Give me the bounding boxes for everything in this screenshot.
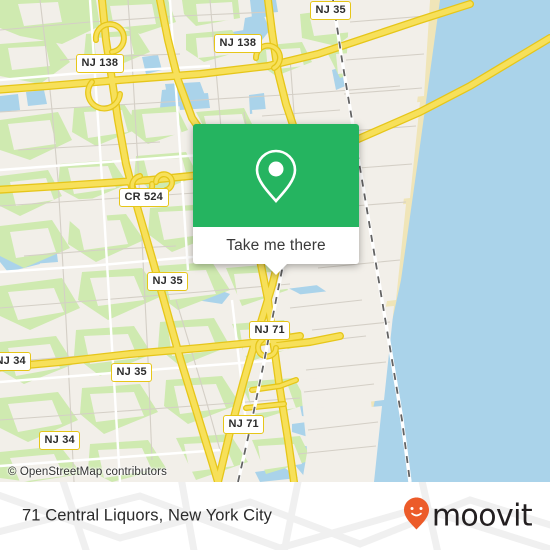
road-shield: CR 524 — [119, 188, 169, 207]
take-me-there-button[interactable]: Take me there — [193, 227, 359, 264]
road-shield: NJ 138 — [76, 54, 124, 73]
road-shield: NJ 138 — [214, 34, 262, 53]
popup-header — [193, 124, 359, 227]
road-shield: NJ 71 — [223, 415, 265, 434]
road-shield: NJ 71 — [249, 321, 291, 340]
map-canvas[interactable]: NJ 35 NJ 138 NJ 138 CR 524 NJ 35 NJ 71 NJ 34 NJ… — [0, 0, 550, 482]
place-title: 71 Central Liquors, New York City — [22, 506, 273, 525]
moovit-wordmark: moovit — [431, 498, 533, 533]
map-pin-icon — [253, 147, 299, 205]
moovit-map-screenshot: NJ 35 NJ 138 NJ 138 CR 524 NJ 35 NJ 71 NJ 34 NJ… — [0, 0, 550, 550]
moovit-logo[interactable]: moovit — [403, 497, 533, 536]
road-shield: NJ 35 — [111, 363, 153, 382]
take-me-there-label: Take me there — [226, 236, 326, 254]
road-shield: NJ 34 — [0, 352, 32, 371]
location-popup-card[interactable]: Take me there — [193, 124, 359, 275]
footer-bar: 71 Central Liquors, New York City moovit — [0, 482, 550, 550]
popup-pointer — [265, 264, 287, 275]
road-shield: NJ 34 — [39, 431, 81, 450]
road-shield: NJ 35 — [310, 1, 352, 20]
moovit-smiley-pin-icon — [403, 497, 430, 536]
osm-attribution: © OpenStreetMap contributors — [8, 466, 167, 478]
road-shield: NJ 35 — [147, 272, 189, 291]
